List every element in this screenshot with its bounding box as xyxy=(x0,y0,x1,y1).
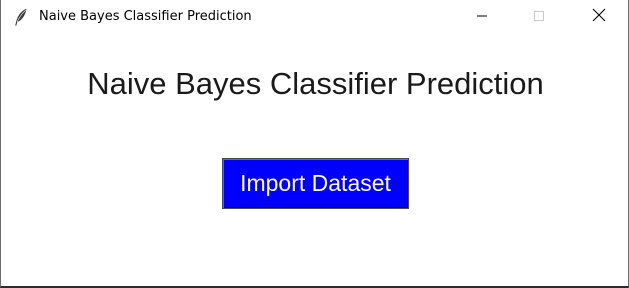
close-button[interactable] xyxy=(576,0,622,35)
minimize-button[interactable] xyxy=(459,0,505,35)
title-bar[interactable]: Naive Bayes Classifier Prediction xyxy=(1,0,628,35)
import-dataset-button[interactable]: Import Dataset xyxy=(222,158,409,209)
maximize-icon xyxy=(533,9,545,27)
app-window: Naive Bayes Classifier Prediction Naive … xyxy=(0,0,629,288)
page-title: Naive Bayes Classifier Prediction xyxy=(87,66,544,101)
maximize-button[interactable] xyxy=(516,0,562,35)
minimize-icon xyxy=(476,9,488,27)
feather-icon xyxy=(14,8,28,26)
close-icon xyxy=(592,8,606,27)
window-title: Naive Bayes Classifier Prediction xyxy=(39,9,252,24)
